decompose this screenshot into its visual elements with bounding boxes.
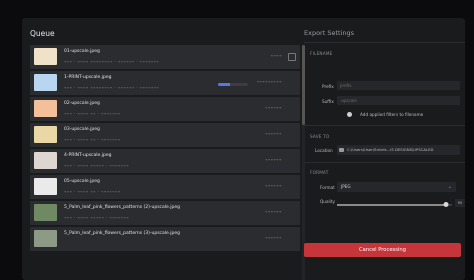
thumbnail xyxy=(34,100,57,117)
prefix-input[interactable]: prefix xyxy=(337,81,460,90)
export-settings-panel: Export Settings FILENAME Prefix prefix S… xyxy=(304,18,465,280)
folder-icon xyxy=(339,148,344,152)
queue-item[interactable]: 5_Palm_leaf_pink_flowers_patterns (3)-up… xyxy=(30,227,300,251)
image-icon[interactable] xyxy=(288,53,296,61)
format-select[interactable]: JPEG ⌄ xyxy=(337,182,456,192)
item-status: ⌁⌁⌁⌁⌁⌁ xyxy=(265,105,282,110)
progress-bar xyxy=(218,83,248,86)
export-settings-title: Export Settings xyxy=(304,29,355,37)
suffix-label: Suffix xyxy=(322,99,334,104)
suffix-input[interactable]: -upscale xyxy=(337,96,460,105)
cancel-processing-button[interactable]: Cancel Processing xyxy=(304,243,461,257)
file-details: ⌁⌁⌁ · ⌁⌁⌁⌁ ⌁⌁⌁⌁⌁⌁⌁⌁ · ⌁⌁⌁⌁⌁⌁ · ⌁⌁⌁⌁⌁⌁⌁ xyxy=(64,59,160,64)
app-window: Queue 01-upscale.jpeg ⌁⌁⌁ · ⌁⌁⌁⌁ ⌁⌁⌁⌁⌁⌁⌁… xyxy=(22,18,465,280)
format-value: JPEG xyxy=(341,184,351,189)
queue-item[interactable]: 4-PRINT-upscale.jpeg ⌁⌁⌁ · ⌁⌁⌁⌁ ⌁⌁⌁⌁⌁ · … xyxy=(30,149,300,173)
file-name: 1-PRINT-upscale.jpeg xyxy=(64,75,112,80)
file-details: ⌁⌁⌁ · ⌁⌁⌁⌁ ⌁⌁⌁⌁⌁ · ⌁⌁⌁⌁⌁⌁⌁ xyxy=(64,163,130,168)
format-label: Format xyxy=(320,185,335,190)
quality-slider-fill xyxy=(337,204,447,206)
thumbnail xyxy=(34,48,57,65)
thumbnail xyxy=(34,204,57,221)
queue-list: 01-upscale.jpeg ⌁⌁⌁ · ⌁⌁⌁⌁ ⌁⌁⌁⌁⌁⌁⌁⌁ · ⌁⌁… xyxy=(30,45,304,280)
item-status: ⌁⌁⌁⌁⌁⌁ xyxy=(265,131,282,136)
divider xyxy=(304,125,465,126)
file-details: ⌁⌁⌁ · ⌁⌁⌁⌁ ⌁⌁ · ⌁⌁⌁⌁⌁⌁⌁ xyxy=(64,189,121,194)
queue-item[interactable]: 05-upscale.jpeg ⌁⌁⌁ · ⌁⌁⌁⌁ ⌁⌁ · ⌁⌁⌁⌁⌁⌁⌁ … xyxy=(30,175,300,199)
applied-filters-label: Add applied filters to filename xyxy=(360,112,424,117)
file-name: 01-upscale.jpeg xyxy=(64,49,100,54)
queue-item[interactable]: 1-PRINT-upscale.jpeg ⌁⌁⌁ · ⌁⌁⌁⌁ ⌁⌁⌁⌁⌁⌁⌁⌁… xyxy=(30,71,300,95)
queue-title: Queue xyxy=(30,29,55,38)
item-status: ⌁⌁⌁⌁ xyxy=(270,53,282,58)
thumbnail xyxy=(34,74,57,91)
file-name: 4-PRINT-upscale.jpeg xyxy=(64,153,112,158)
quality-label: Quality xyxy=(320,199,335,204)
file-name: 03-upscale.jpeg xyxy=(64,127,100,132)
file-details: ⌁⌁⌁ · ⌁⌁⌁⌁ ⌁⌁ · ⌁⌁⌁⌁⌁⌁⌁ xyxy=(64,137,121,142)
file-details: ⌁⌁⌁ · ⌁⌁⌁⌁ ⌁⌁⌁⌁⌁ · ⌁⌁⌁⌁⌁⌁⌁ xyxy=(64,215,130,220)
location-field[interactable]: C:\Users\User\Smiels...IS DESIGNS\UPSCAL… xyxy=(337,145,460,155)
file-name: 02-upscale.jpeg xyxy=(64,101,100,106)
divider xyxy=(304,162,465,163)
location-label: Location xyxy=(315,148,333,153)
item-status: ⌁⌁⌁⌁⌁⌁ xyxy=(265,183,282,188)
item-status: ⌁⌁⌁⌁⌁⌁⌁⌁⌁ xyxy=(256,79,282,84)
quality-value: 95 xyxy=(455,199,465,207)
progress-fill xyxy=(218,83,230,86)
filename-section-label: FILENAME xyxy=(310,51,333,56)
divider xyxy=(304,42,465,43)
file-name: 05-upscale.jpeg xyxy=(64,179,100,184)
queue-item[interactable]: 5_Palm_leaf_pink_flowers_patterns (2)-up… xyxy=(30,201,300,225)
save-to-section-label: SAVE TO xyxy=(310,134,330,139)
thumbnail xyxy=(34,126,57,143)
item-status: ⌁⌁⌁⌁⌁⌁ xyxy=(265,157,282,162)
prefix-label: Prefix xyxy=(322,84,334,89)
thumbnail xyxy=(34,230,57,247)
queue-item[interactable]: 01-upscale.jpeg ⌁⌁⌁ · ⌁⌁⌁⌁ ⌁⌁⌁⌁⌁⌁⌁⌁ · ⌁⌁… xyxy=(30,45,300,69)
item-status: ⌁⌁⌁⌁⌁⌁ xyxy=(265,235,282,240)
quality-slider[interactable] xyxy=(337,202,452,207)
file-details: ⌁⌁⌁ · ⌁⌁⌁⌁ ⌁⌁ · ⌁⌁⌁⌁⌁⌁⌁ xyxy=(64,111,121,116)
location-path: C:\Users\User\Smiels...IS DESIGNS\UPSCAL… xyxy=(347,147,434,152)
file-name: 5_Palm_leaf_pink_flowers_patterns (3)-up… xyxy=(64,231,180,236)
file-details: ⌁⌁⌁ · ⌁⌁⌁⌁ ⌁⌁⌁⌁⌁⌁⌁⌁ · ⌁⌁⌁⌁⌁⌁ · ⌁⌁⌁⌁⌁⌁⌁ xyxy=(64,85,160,90)
file-name: 5_Palm_leaf_pink_flowers_patterns (2)-up… xyxy=(64,205,180,210)
applied-filters-toggle[interactable] xyxy=(347,112,352,117)
format-section-label: FORMAT xyxy=(310,170,329,175)
item-status: ⌁⌁⌁⌁⌁⌁ xyxy=(265,209,282,214)
queue-item[interactable]: 03-upscale.jpeg ⌁⌁⌁ · ⌁⌁⌁⌁ ⌁⌁ · ⌁⌁⌁⌁⌁⌁⌁ … xyxy=(30,123,300,147)
thumbnail xyxy=(34,178,57,195)
thumbnail xyxy=(34,152,57,169)
quality-slider-handle[interactable] xyxy=(443,202,449,207)
queue-item[interactable]: 02-upscale.jpeg ⌁⌁⌁ · ⌁⌁⌁⌁ ⌁⌁ · ⌁⌁⌁⌁⌁⌁⌁ … xyxy=(30,97,300,121)
chevron-down-icon: ⌄ xyxy=(447,184,452,190)
